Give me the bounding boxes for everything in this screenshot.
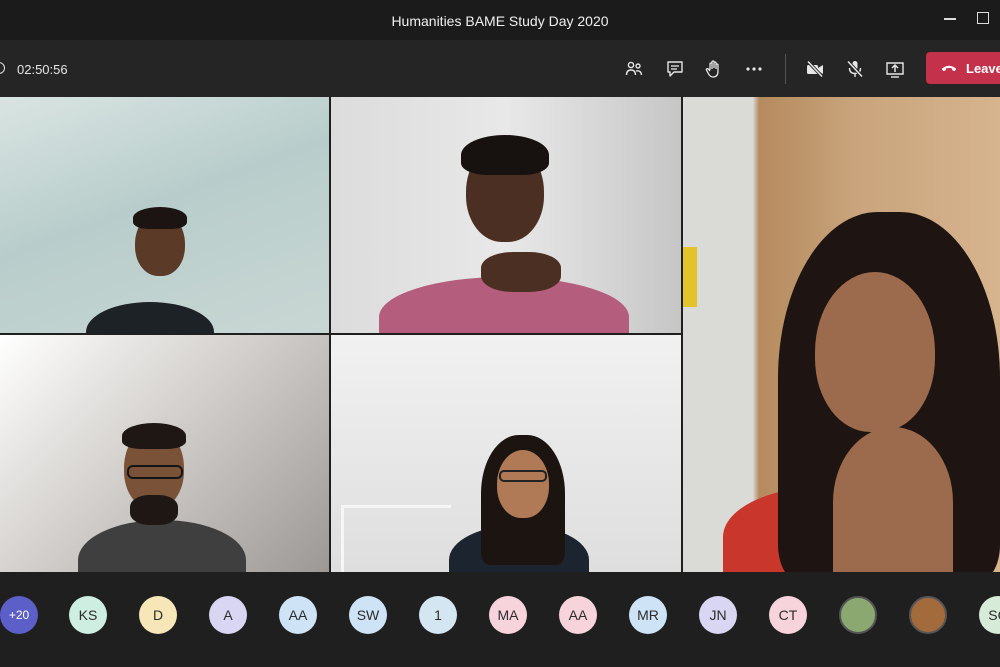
video-tile[interactable]: [683, 97, 1000, 572]
participant-avatar[interactable]: AA: [279, 596, 317, 634]
participant-video: [0, 335, 329, 572]
share-screen-icon: [886, 62, 904, 78]
participant-avatar[interactable]: SW: [349, 596, 387, 634]
more-options-icon: [746, 67, 762, 71]
participant-photo-avatar[interactable]: [909, 596, 947, 634]
phone-icon: [941, 65, 957, 72]
participant-avatar[interactable]: SC: [979, 596, 1000, 634]
participant-avatar[interactable]: D: [139, 596, 177, 634]
share-screen-button[interactable]: [882, 56, 908, 82]
participant-video: [0, 97, 329, 333]
participant-photo-avatar[interactable]: [839, 596, 877, 634]
leave-button[interactable]: Leave: [926, 52, 1000, 84]
mic-toggle-button[interactable]: [842, 56, 868, 82]
participant-avatar[interactable]: KS: [69, 596, 107, 634]
participant-avatar[interactable]: MR: [629, 596, 667, 634]
title-bar: Humanities BAME Study Day 2020: [0, 0, 1000, 40]
chat-button[interactable]: [662, 56, 688, 82]
more-options-button[interactable]: [741, 56, 767, 82]
participant-avatar[interactable]: CT: [769, 596, 807, 634]
minimize-icon[interactable]: [944, 18, 956, 20]
participant-video: [331, 335, 681, 572]
participant-avatar[interactable]: MA: [489, 596, 527, 634]
video-tile[interactable]: [0, 97, 329, 333]
window-title: Humanities BAME Study Day 2020: [391, 13, 609, 29]
raise-hand-icon: [705, 60, 719, 78]
maximize-icon[interactable]: [977, 12, 989, 24]
meeting-toolbar: 02:50:56 Leave: [0, 40, 1000, 97]
raise-hand-button[interactable]: [701, 56, 727, 82]
participant-video: [331, 97, 681, 333]
video-tile[interactable]: [331, 335, 681, 572]
camera-toggle-button[interactable]: [802, 56, 828, 82]
participants-icon: [625, 61, 643, 76]
leave-label: Leave: [966, 60, 1000, 76]
participant-avatar[interactable]: 1: [419, 596, 457, 634]
toolbar-divider: [785, 54, 786, 84]
more-participants-button[interactable]: +20: [0, 596, 38, 634]
video-tile[interactable]: [0, 335, 329, 572]
video-tile[interactable]: [331, 97, 681, 333]
clock-icon: [0, 62, 5, 74]
chat-icon: [667, 61, 683, 77]
meeting-timer: 02:50:56: [17, 62, 68, 77]
participants-strip: +20 KS D A AA SW 1 MA AA MR JN CT SC: [0, 572, 1000, 667]
mic-off-icon: [846, 60, 864, 78]
participant-avatar[interactable]: A: [209, 596, 247, 634]
participants-button[interactable]: [621, 56, 647, 82]
participant-avatar[interactable]: AA: [559, 596, 597, 634]
camera-off-icon: [806, 60, 824, 78]
participant-avatar[interactable]: JN: [699, 596, 737, 634]
participant-video: [683, 97, 1000, 572]
